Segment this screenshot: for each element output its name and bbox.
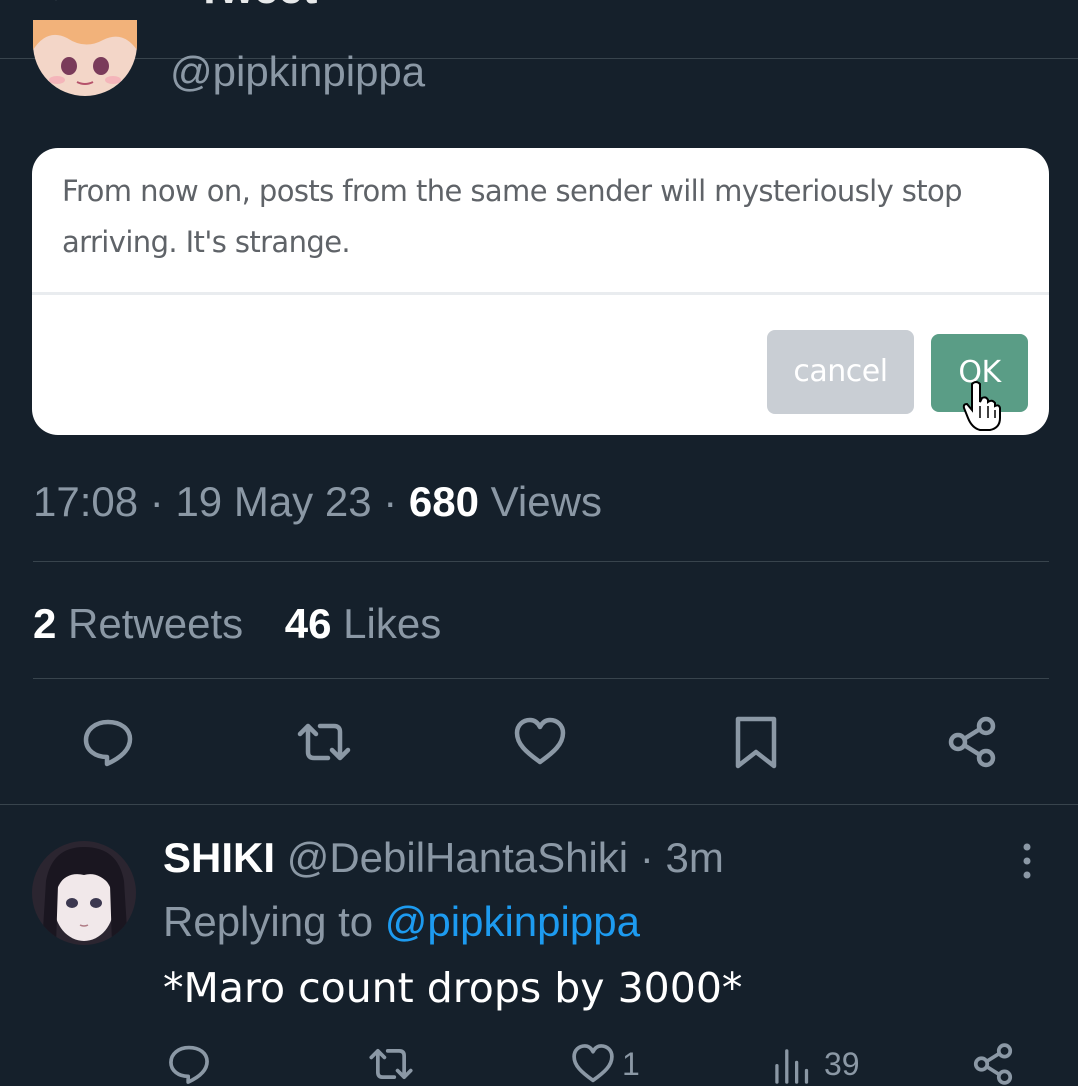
meta-separator: · — [149, 478, 164, 525]
dialog-divider — [32, 292, 1049, 295]
reply-reply-button[interactable] — [166, 1041, 212, 1086]
dialog-message: From now on, posts from the same sender … — [62, 174, 963, 259]
tweet-date: 19 May 23 — [175, 478, 372, 525]
likes-count: 46 — [284, 600, 332, 647]
reply-avatar[interactable] — [32, 841, 136, 945]
replying-to: Replying to @pipkinpippa — [163, 894, 640, 950]
reply-views-button[interactable]: 39 — [772, 1041, 860, 1086]
meta-separator: · — [383, 478, 398, 525]
hand-cursor-icon — [962, 381, 1001, 431]
back-arrow-icon[interactable] — [52, 0, 92, 14]
reply-icon[interactable] — [80, 714, 136, 770]
confirm-dialog: From now on, posts from the same sender … — [32, 148, 1049, 435]
retweet-icon[interactable] — [296, 714, 352, 770]
reply-mention-link[interactable]: @pipkinpippa — [385, 898, 640, 945]
retweets-stat[interactable]: 2 Retweets — [33, 600, 243, 647]
header-separator: · — [639, 834, 654, 881]
share-icon — [973, 1043, 1013, 1085]
like-icon[interactable] — [512, 714, 568, 770]
likes-stat[interactable]: 46 Likes — [285, 600, 441, 647]
like-icon — [572, 1044, 614, 1083]
top-bar: Tweet — [0, 0, 1078, 59]
retweet-icon — [369, 1049, 413, 1079]
reply-time: 3m — [665, 834, 724, 881]
replying-label: Replying to — [163, 898, 374, 945]
reply-views-count: 39 — [824, 1045, 860, 1082]
page-title: Tweet — [196, 0, 317, 14]
views-label: Views — [490, 478, 602, 525]
divider — [33, 561, 1049, 562]
views-count: 680 — [408, 478, 479, 525]
reply-share-button[interactable] — [970, 1041, 1016, 1086]
reply-icon — [169, 1045, 209, 1084]
author-avatar[interactable] — [33, 20, 137, 96]
reply-like-button[interactable]: 1 — [570, 1041, 640, 1086]
reply-like-count: 1 — [622, 1045, 640, 1082]
divider — [33, 678, 1049, 679]
reply-text: *Maro count drops by 3000* — [163, 964, 743, 1012]
reply-retweet-button[interactable] — [368, 1041, 414, 1086]
reply-tweet[interactable]: SHIKI @DebilHantaShiki · 3m Replying to … — [0, 804, 1078, 1086]
share-icon[interactable] — [944, 714, 1000, 770]
tweet-time: 17:08 — [33, 478, 139, 525]
tweet-stats: 2 Retweets 46 Likes — [33, 596, 441, 652]
reply-header: SHIKI @DebilHantaShiki · 3m — [163, 830, 724, 886]
retweets-label: Retweets — [68, 600, 244, 647]
reply-display-name[interactable]: SHIKI — [163, 834, 275, 881]
tweet-meta: 17:08 · 19 May 23 · 680 Views — [33, 474, 602, 530]
reply-handle[interactable]: @DebilHantaShiki — [287, 834, 628, 881]
bookmark-icon[interactable] — [728, 714, 784, 770]
author-handle[interactable]: @pipkinpippa — [170, 48, 425, 96]
likes-label: Likes — [343, 600, 442, 647]
cancel-button[interactable]: cancel — [767, 330, 914, 414]
retweets-count: 2 — [33, 600, 57, 647]
views-chart-icon — [775, 1049, 809, 1084]
more-options-icon[interactable] — [1010, 841, 1044, 881]
